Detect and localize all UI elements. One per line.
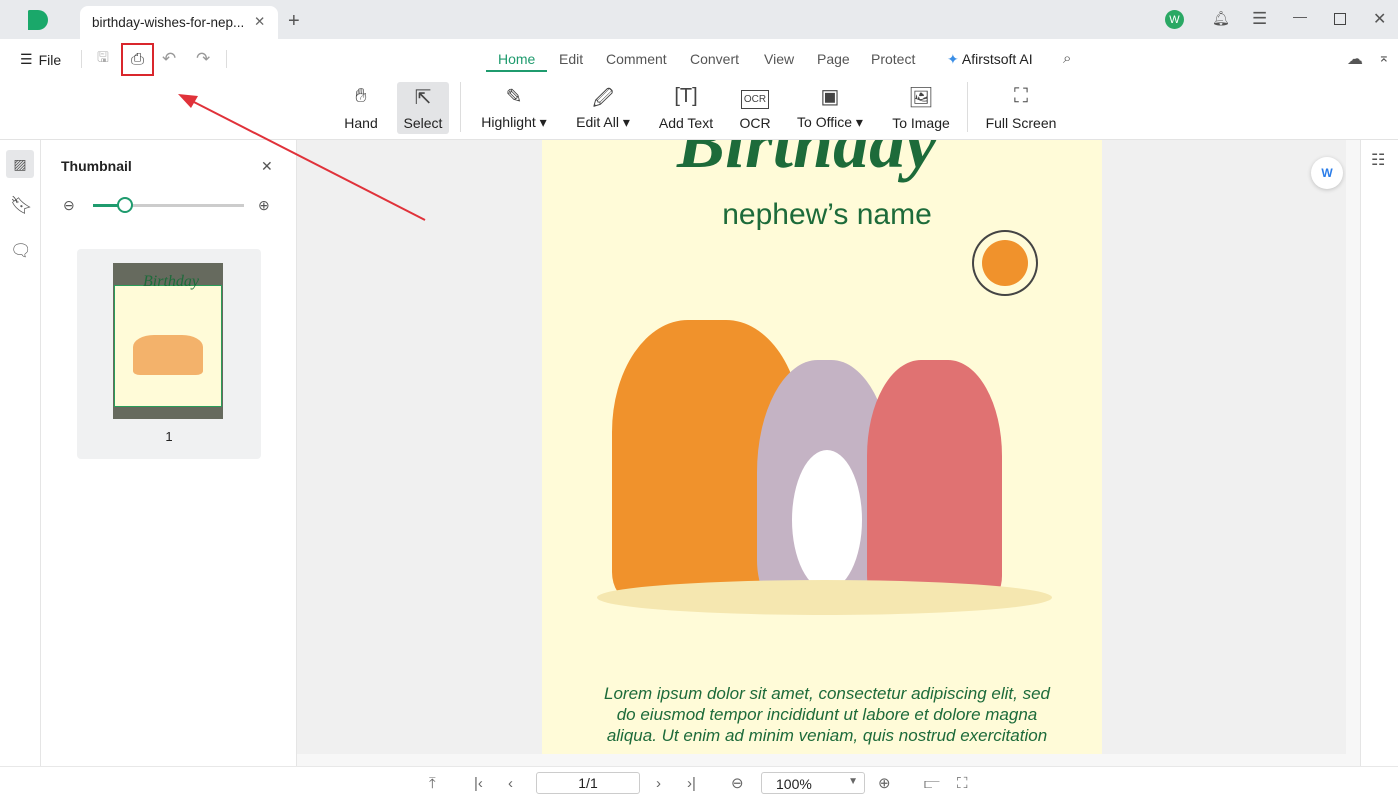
zoom-in-icon[interactable]: ⊕ [878,772,891,794]
zoom-value: 100% [776,776,812,792]
annotation-arrow [178,94,426,221]
zoom-select[interactable]: 100% ▼ [761,772,865,794]
status-bar [0,766,1398,799]
page-input[interactable]: 1/1 [536,772,640,794]
first-page-icon[interactable]: |‹ [474,772,483,794]
fit-width-icon[interactable]: ⫍ [924,772,940,794]
fit-page-icon[interactable]: ⛶ [957,772,968,794]
prev-page-icon[interactable]: ‹ [508,772,513,794]
next-page-icon[interactable]: › [656,772,661,794]
last-page-icon[interactable]: ›| [687,772,696,794]
zoom-out-icon[interactable]: ⊖ [731,772,744,794]
chevron-down-icon: ▼ [848,776,858,787]
go-top-icon[interactable]: ⤒ [429,772,436,794]
